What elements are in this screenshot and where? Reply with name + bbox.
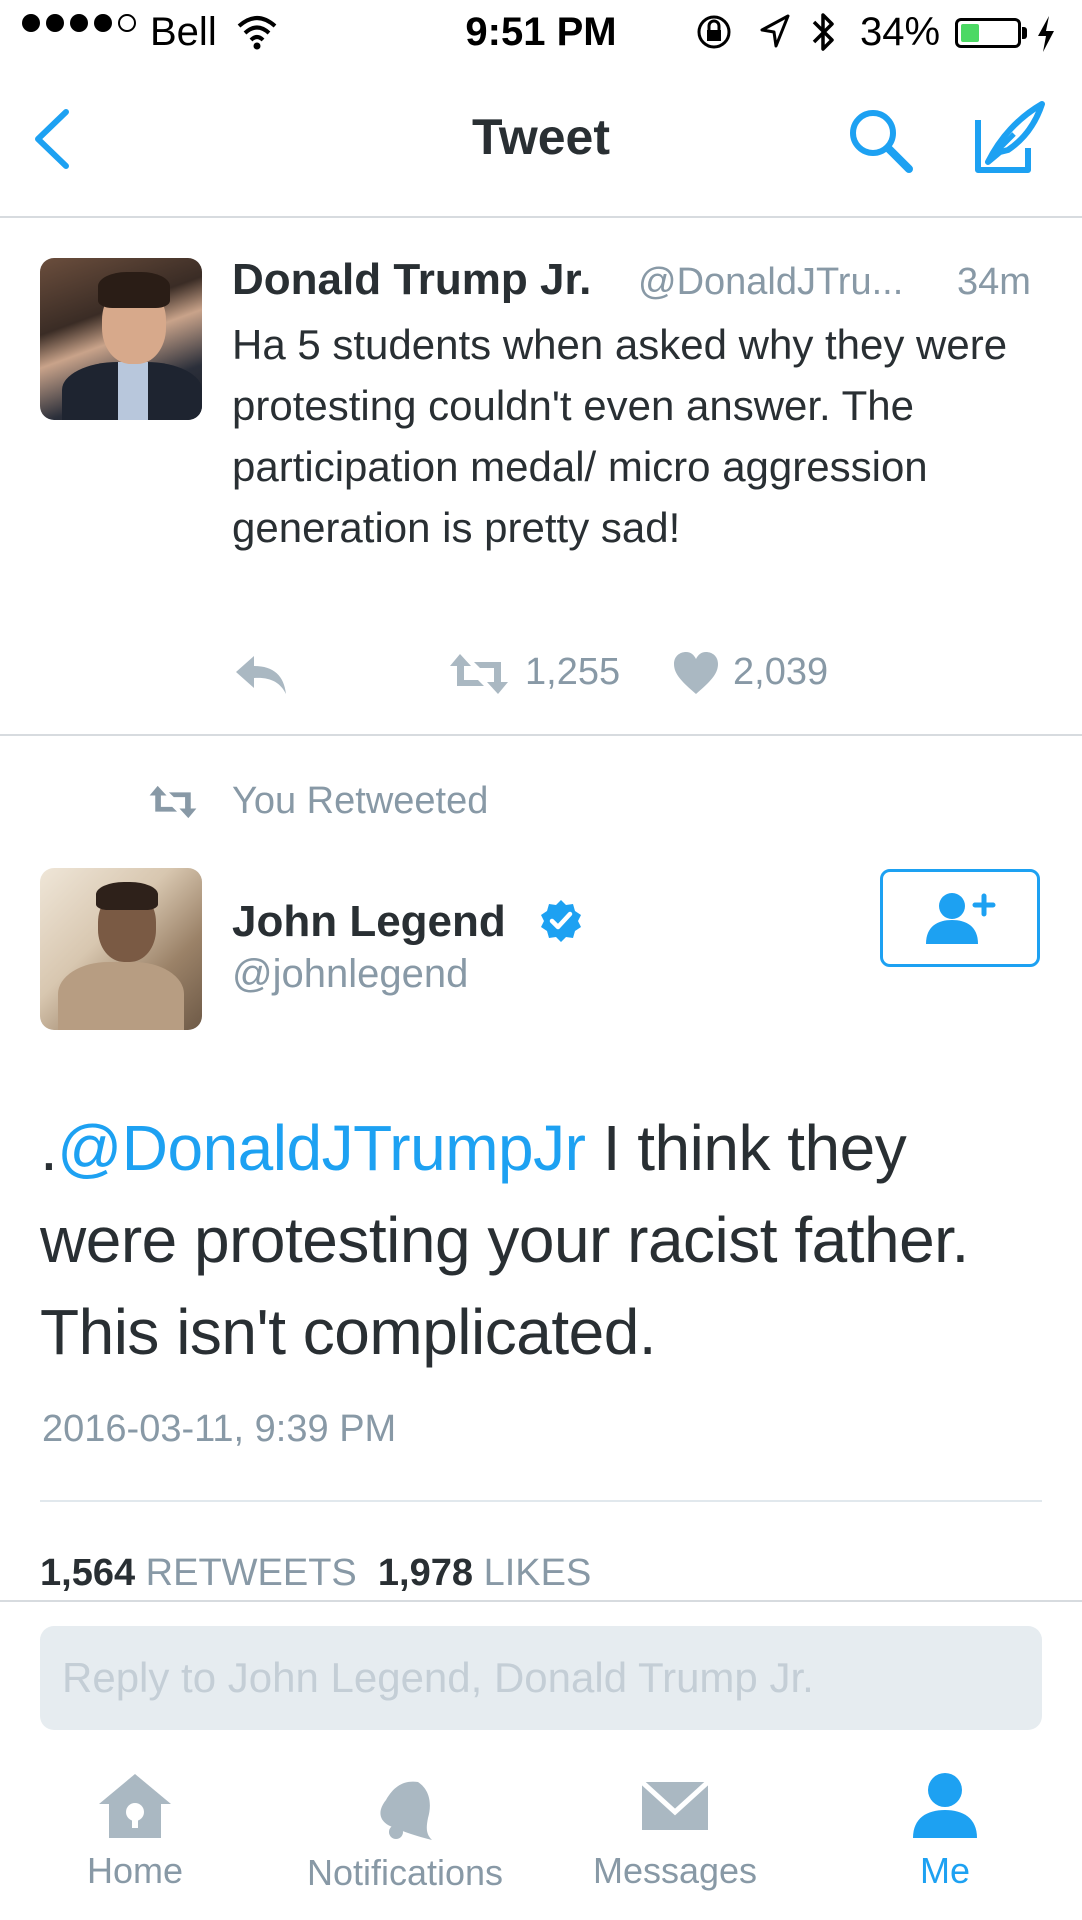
avatar-donald-trump-jr[interactable] [40,258,202,420]
retweet-icon [149,785,197,819]
divider [40,1500,1042,1502]
tab-me-label: Me [919,1850,970,1891]
divider [0,216,1082,218]
mention-link[interactable]: @DonaldJTrumpJr [57,1112,586,1184]
location-icon [760,14,790,48]
home-icon [99,1774,171,1838]
tab-messages-label: Messages [592,1850,758,1891]
page-title: Tweet [472,109,610,165]
bell-icon [380,1781,432,1840]
retweets-stat[interactable]: 1,564 RETWEETS [40,1552,357,1594]
follow-button[interactable] [880,869,1040,967]
battery-percent: 34% [860,10,941,54]
status-bar: Bell 9:51 PM 34% [0,0,1082,70]
rotation-lock-icon [697,15,731,49]
tab-me[interactable]: Me [810,1770,1080,1892]
tweet1-text: Ha 5 students when asked why they were p… [232,321,1008,551]
add-user-icon [926,893,996,944]
verified-badge-icon [541,900,581,942]
tweet2-text: .@DonaldJTrumpJr I think they were prote… [40,1102,1050,1378]
tweet1-timestamp: 34m [957,261,1031,303]
tweet1-author-name[interactable]: Donald Trump Jr. [232,255,591,305]
person-icon [913,1773,977,1838]
tweet1-author-handle[interactable]: @DonaldJTru... [638,261,903,304]
likes-label: LIKES [483,1552,592,1594]
divider [0,734,1082,736]
tweet2-date: 2016-03-11, 9:39 PM [42,1408,397,1450]
search-icon[interactable] [845,105,917,177]
tab-notifications-label: Notifications [306,1852,504,1893]
likes-stat[interactable]: 1,978 LIKES [378,1552,591,1594]
heart-icon[interactable] [672,650,720,696]
battery-icon [955,18,1021,48]
retweet-icon[interactable] [448,652,510,696]
retweets-count: 1,564 [40,1552,136,1594]
bluetooth-icon [812,13,834,51]
reply-icon[interactable] [232,652,290,696]
retweets-label: RETWEETS [145,1552,357,1594]
tweet2-text-prefix: . [40,1112,58,1184]
tweet2-author-name[interactable]: John Legend [232,897,506,947]
likes-count: 1,978 [377,1552,473,1594]
tweet1-retweet-count: 1,255 [525,651,621,693]
tweet2-stats: 1,564 RETWEETS 1,978 LIKES [40,1552,591,1595]
tweet2-author-handle[interactable]: @johnlegend [232,952,468,997]
divider [0,1600,1082,1602]
battery-tip [1022,27,1027,39]
avatar-john-legend[interactable] [40,868,202,1030]
tweet1-like-count: 2,039 [733,651,829,693]
tab-home[interactable]: Home [0,1770,270,1892]
tab-messages[interactable]: Messages [540,1770,810,1892]
you-retweeted-label: You Retweeted [232,780,489,822]
envelope-icon [640,1780,710,1830]
compose-icon[interactable] [970,98,1050,178]
tab-notifications[interactable]: Notifications [270,1770,540,1894]
reply-placeholder: Reply to John Legend, Donald Trump Jr. [62,1654,814,1701]
tab-home-label: Home [86,1850,184,1891]
battery-level [961,24,979,42]
charging-bolt-icon [1038,16,1054,52]
